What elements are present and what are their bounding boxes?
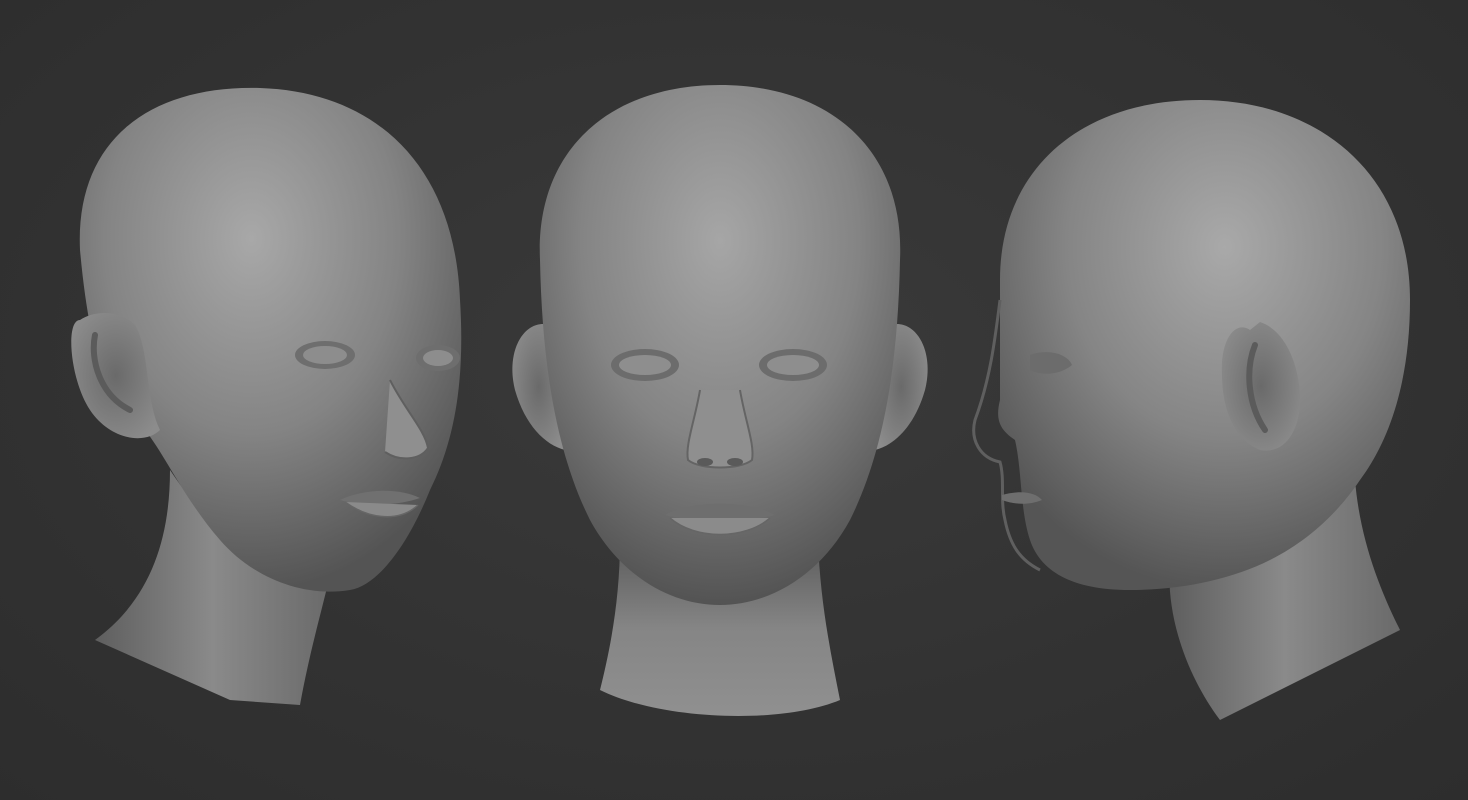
sculpt-render-canvas [0,0,1468,800]
head-front-view [500,0,940,800]
head-profile-view [960,0,1420,800]
head-profile-icon [972,100,1410,720]
head-three-quarter-view [60,0,480,800]
head-front-icon [512,85,928,717]
head-three-quarter-icon [71,87,462,705]
